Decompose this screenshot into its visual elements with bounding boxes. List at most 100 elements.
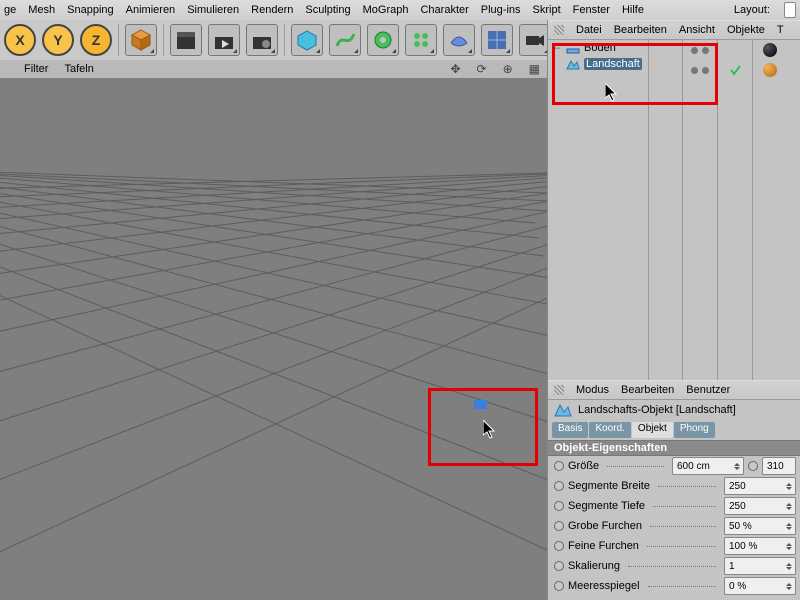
axis-y-button[interactable]: Y	[42, 24, 74, 56]
menu-mograph[interactable]: MoGraph	[363, 4, 409, 16]
menu-animieren[interactable]: Animieren	[126, 4, 176, 16]
om-menu-t[interactable]: T	[777, 24, 784, 36]
attribute-manager: Landschafts-Objekt [Landschaft] Basis Ko…	[548, 400, 800, 600]
perspective-viewport[interactable]	[0, 78, 548, 600]
axis-x-button[interactable]: X	[4, 24, 36, 56]
rotate-mode-icon[interactable]: ⟳	[477, 62, 487, 76]
object-row-boden[interactable]: – Boden	[548, 40, 648, 56]
prop-label: Größe	[568, 460, 599, 472]
phong-tag-icon[interactable]	[763, 63, 777, 77]
seg-breite-field[interactable]: 250	[724, 477, 796, 495]
layout-mode-icon[interactable]: ▦	[529, 62, 540, 76]
panel-grip-icon[interactable]	[554, 385, 564, 395]
menu-simulieren[interactable]: Simulieren	[187, 4, 239, 16]
size-x-field[interactable]: 600 cm	[672, 457, 744, 475]
menu-charakter[interactable]: Charakter	[420, 4, 468, 16]
om-menu-datei[interactable]: Datei	[576, 24, 602, 36]
layer-column[interactable]	[648, 40, 683, 380]
anim-dot-icon[interactable]	[554, 461, 564, 471]
tab-basis[interactable]: Basis	[552, 422, 588, 438]
anim-dot-icon[interactable]	[554, 581, 564, 591]
feine-furchen-field[interactable]: 100 %	[724, 537, 796, 555]
environment-button[interactable]	[481, 24, 513, 56]
am-menu-modus[interactable]: Modus	[576, 384, 609, 396]
anim-dot-icon[interactable]	[554, 481, 564, 491]
enable-column[interactable]	[718, 40, 753, 380]
grobe-furchen-field[interactable]: 50 %	[724, 517, 796, 535]
zoom-mode-icon[interactable]: ⊕	[503, 62, 513, 76]
om-menu-objekte[interactable]: Objekte	[727, 24, 765, 36]
om-menu-ansicht[interactable]: Ansicht	[679, 24, 715, 36]
tab-koord[interactable]: Koord.	[589, 422, 630, 438]
generator-button[interactable]	[367, 24, 399, 56]
array-icon	[410, 29, 432, 51]
object-tree[interactable]: – Boden Landschaft	[548, 40, 649, 380]
layout-label: Layout:	[734, 4, 770, 16]
object-label[interactable]: Boden	[584, 42, 616, 54]
om-menu-bearbeiten[interactable]: Bearbeiten	[614, 24, 667, 36]
cube-primitive-button[interactable]	[125, 24, 157, 56]
menu-snapping[interactable]: Snapping	[67, 4, 114, 16]
prop-label: Grobe Furchen	[568, 520, 642, 532]
grid-plane-icon	[486, 29, 508, 51]
anim-dot-icon[interactable]	[554, 501, 564, 511]
object-manager-header: Datei Bearbeiten Ansicht Objekte T	[548, 20, 800, 40]
menu-skript[interactable]: Skript	[533, 4, 561, 16]
panel-grip-icon[interactable]	[554, 25, 564, 35]
move-mode-icon[interactable]: ✥	[450, 62, 460, 76]
anim-dot-icon[interactable]	[554, 521, 564, 531]
meeresspiegel-field[interactable]: 0 %	[724, 577, 796, 595]
disclosure-icon: –	[554, 42, 562, 54]
null-button[interactable]	[291, 24, 323, 56]
flag-icon	[474, 400, 488, 409]
phong-tag-icon[interactable]	[763, 43, 777, 57]
menu-fenster[interactable]: Fenster	[573, 4, 610, 16]
tab-phong[interactable]: Phong	[674, 422, 715, 438]
am-menu-bearbeiten[interactable]: Bearbeiten	[621, 384, 674, 396]
menu-hilfe[interactable]: Hilfe	[622, 4, 644, 16]
skalierung-field[interactable]: 1	[724, 557, 796, 575]
menu-mesh[interactable]: Mesh	[28, 4, 55, 16]
prop-label: Segmente Breite	[568, 480, 650, 492]
prop-label: Feine Furchen	[568, 540, 639, 552]
main-menubar: ge Mesh Snapping Animieren Simulieren Re…	[0, 0, 800, 21]
array-button[interactable]	[405, 24, 437, 56]
object-row-landschaft[interactable]: Landschaft	[548, 56, 648, 72]
visibility-column[interactable]	[683, 40, 718, 380]
prop-label: Meeresspiegel	[568, 580, 640, 592]
am-menu-benutzer[interactable]: Benutzer	[686, 384, 730, 396]
anim-dot-icon[interactable]	[748, 461, 758, 471]
render-pv-button[interactable]	[208, 24, 240, 56]
view-menu-filter[interactable]: Filter	[24, 63, 48, 75]
camera-icon	[524, 29, 546, 51]
menu-plugins[interactable]: Plug-ins	[481, 4, 521, 16]
prop-groesse: Größe 600 cm 310	[548, 456, 800, 476]
prop-label: Skalierung	[568, 560, 620, 572]
seg-tiefe-field[interactable]: 250	[724, 497, 796, 515]
render-settings-button[interactable]	[246, 24, 278, 56]
deformer-icon	[448, 29, 470, 51]
attribute-tabs: Basis Koord. Objekt Phong	[552, 422, 796, 438]
menu-rendern[interactable]: Rendern	[251, 4, 293, 16]
size-y-field[interactable]: 310	[762, 457, 796, 475]
axis-z-button[interactable]: Z	[80, 24, 112, 56]
menu-ge[interactable]: ge	[4, 4, 16, 16]
clapper-gear-icon	[251, 29, 273, 51]
deformer-button[interactable]	[443, 24, 475, 56]
spline-button[interactable]	[329, 24, 361, 56]
anim-dot-icon[interactable]	[554, 541, 564, 551]
render-view-button[interactable]	[170, 24, 202, 56]
menu-sculpting[interactable]: Sculpting	[305, 4, 350, 16]
view-menu-tafeln[interactable]: Tafeln	[64, 63, 93, 75]
grid-floor	[0, 78, 548, 600]
object-label[interactable]: Landschaft	[584, 58, 642, 70]
object-manager[interactable]: – Boden Landschaft	[548, 40, 800, 380]
attribute-title: Landschafts-Objekt [Landschaft]	[578, 404, 736, 416]
tab-objekt[interactable]: Objekt	[632, 422, 673, 438]
prop-meeresspiegel: Meeresspiegel 0 %	[548, 576, 800, 596]
layout-selector[interactable]	[784, 2, 796, 18]
anim-dot-icon[interactable]	[554, 561, 564, 571]
prop-grobe-furchen: Grobe Furchen 50 %	[548, 516, 800, 536]
prop-seg-tiefe: Segmente Tiefe 250	[548, 496, 800, 516]
tags-column[interactable]	[753, 40, 787, 380]
